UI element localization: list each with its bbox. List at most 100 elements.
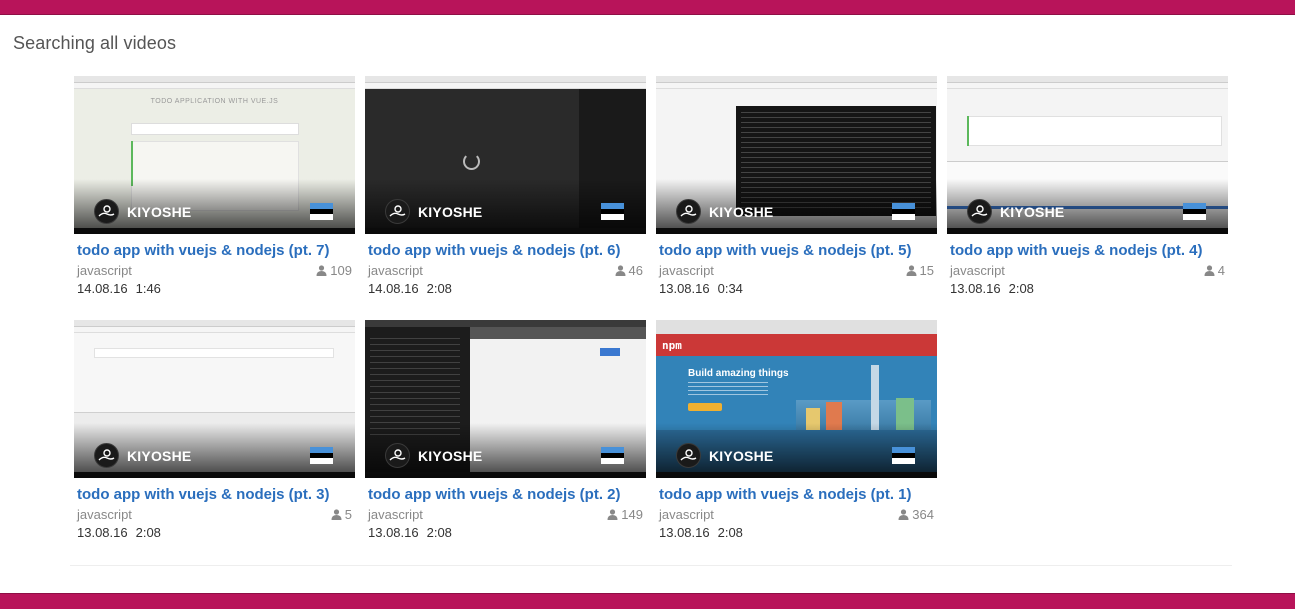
view-count-value: 15 [919,263,934,278]
view-count: 15 [906,263,934,278]
channel-badge[interactable]: KIYOSHE [967,199,1064,224]
divider [70,565,1232,566]
user-icon [1204,265,1215,276]
estonian-flag-icon [1183,203,1206,221]
channel-logo-icon [680,205,697,217]
video-tag: javascript [77,263,132,278]
video-tag: javascript [950,263,1005,278]
view-count-value: 46 [628,263,643,278]
upload-date: 13.08.16 [950,281,1001,296]
channel-logo-icon [971,205,988,217]
channel-avatar [967,199,992,224]
channel-badge[interactable]: KIYOSHE [676,199,773,224]
video-thumbnail[interactable]: KIYOSHE [365,76,646,234]
channel-avatar [94,199,119,224]
view-count-value: 149 [621,507,643,522]
video-title-link[interactable]: todo app with vuejs & nodejs (pt. 2) [368,486,621,503]
view-count-value: 364 [912,507,934,522]
channel-name: KIYOSHE [127,203,192,220]
view-count-value: 5 [344,507,352,522]
view-count-value: 4 [1217,263,1225,278]
video-tag: javascript [659,507,714,522]
video-card: KIYOSHE todo app with vuejs & nodejs (pt… [656,76,937,306]
video-tag: javascript [368,263,423,278]
video-duration: 0:34 [717,281,743,296]
video-card: KIYOSHE todo app with vuejs & nodejs (pt… [74,320,355,550]
upload-date: 13.08.16 [659,281,710,296]
video-title-link[interactable]: todo app with vuejs & nodejs (pt. 3) [77,486,330,503]
channel-name: KIYOSHE [418,447,483,464]
channel-badge[interactable]: KIYOSHE [94,199,191,224]
estonian-flag-icon [892,203,915,221]
video-thumbnail[interactable]: KIYOSHE [947,76,1228,234]
user-icon [607,509,618,520]
upload-date: 14.08.16 [77,281,128,296]
video-meta: 13.08.16 2:08 [659,525,743,540]
user-icon [331,509,342,520]
video-duration: 2:08 [717,525,743,540]
video-duration: 2:08 [426,281,452,296]
channel-logo-icon [98,449,115,461]
user-icon [898,509,909,520]
channel-badge[interactable]: KIYOSHE [94,443,191,468]
user-icon [615,265,626,276]
upload-date: 13.08.16 [368,525,419,540]
video-duration: 1:46 [135,281,161,296]
channel-logo-icon [389,205,406,217]
video-thumbnail[interactable]: KIYOSHE [74,320,355,478]
view-count: 5 [331,507,352,522]
video-tag: javascript [368,507,423,522]
channel-name: KIYOSHE [418,203,483,220]
upload-date: 13.08.16 [77,525,128,540]
video-meta: 14.08.16 1:46 [77,281,161,296]
video-meta: 13.08.16 2:08 [950,281,1034,296]
view-count: 109 [316,263,352,278]
upload-date: 13.08.16 [659,525,710,540]
estonian-flag-icon [601,203,624,221]
video-card: npm Build amazing things KIYOSHE todo app… [656,320,937,550]
video-thumbnail[interactable]: KIYOSHE [365,320,646,478]
video-meta: 13.08.16 0:34 [659,281,743,296]
channel-logo-icon [389,449,406,461]
view-count: 4 [1204,263,1225,278]
video-title-link[interactable]: todo app with vuejs & nodejs (pt. 6) [368,242,621,259]
video-title-link[interactable]: todo app with vuejs & nodejs (pt. 1) [659,486,912,503]
top-brand-bar [0,0,1295,15]
video-duration: 2:08 [426,525,452,540]
user-icon [316,265,327,276]
video-card: TODO APPLICATION WITH VUE.JS KIYOSHE tod… [74,76,355,306]
page-title: Searching all videos [13,33,177,53]
view-count-value: 109 [330,263,352,278]
video-meta: 13.08.16 2:08 [77,525,161,540]
video-thumbnail[interactable]: KIYOSHE [656,76,937,234]
channel-avatar [385,199,410,224]
view-count: 364 [898,507,934,522]
channel-logo-icon [98,205,115,217]
estonian-flag-icon [601,447,624,465]
video-duration: 2:08 [135,525,161,540]
channel-name: KIYOSHE [127,447,192,464]
video-tag: javascript [77,507,132,522]
channel-badge[interactable]: KIYOSHE [676,443,773,468]
channel-name: KIYOSHE [1000,203,1065,220]
video-card: KIYOSHE todo app with vuejs & nodejs (pt… [365,320,646,550]
channel-badge[interactable]: KIYOSHE [385,199,482,224]
channel-name: KIYOSHE [709,447,774,464]
channel-avatar [676,443,701,468]
video-title-link[interactable]: todo app with vuejs & nodejs (pt. 5) [659,242,912,259]
channel-avatar [94,443,119,468]
video-meta: 14.08.16 2:08 [368,281,452,296]
view-count: 149 [607,507,643,522]
channel-badge[interactable]: KIYOSHE [385,443,482,468]
video-thumbnail[interactable]: npm Build amazing things KIYOSHE [656,320,937,478]
npm-logo: npm [662,339,682,352]
user-icon [906,265,917,276]
estonian-flag-icon [310,203,333,221]
video-thumbnail[interactable]: TODO APPLICATION WITH VUE.JS KIYOSHE [74,76,355,234]
channel-avatar [385,443,410,468]
video-title-link[interactable]: todo app with vuejs & nodejs (pt. 4) [950,242,1203,259]
video-title-link[interactable]: todo app with vuejs & nodejs (pt. 7) [77,242,330,259]
channel-avatar [676,199,701,224]
channel-name: KIYOSHE [709,203,774,220]
video-duration: 2:08 [1008,281,1034,296]
